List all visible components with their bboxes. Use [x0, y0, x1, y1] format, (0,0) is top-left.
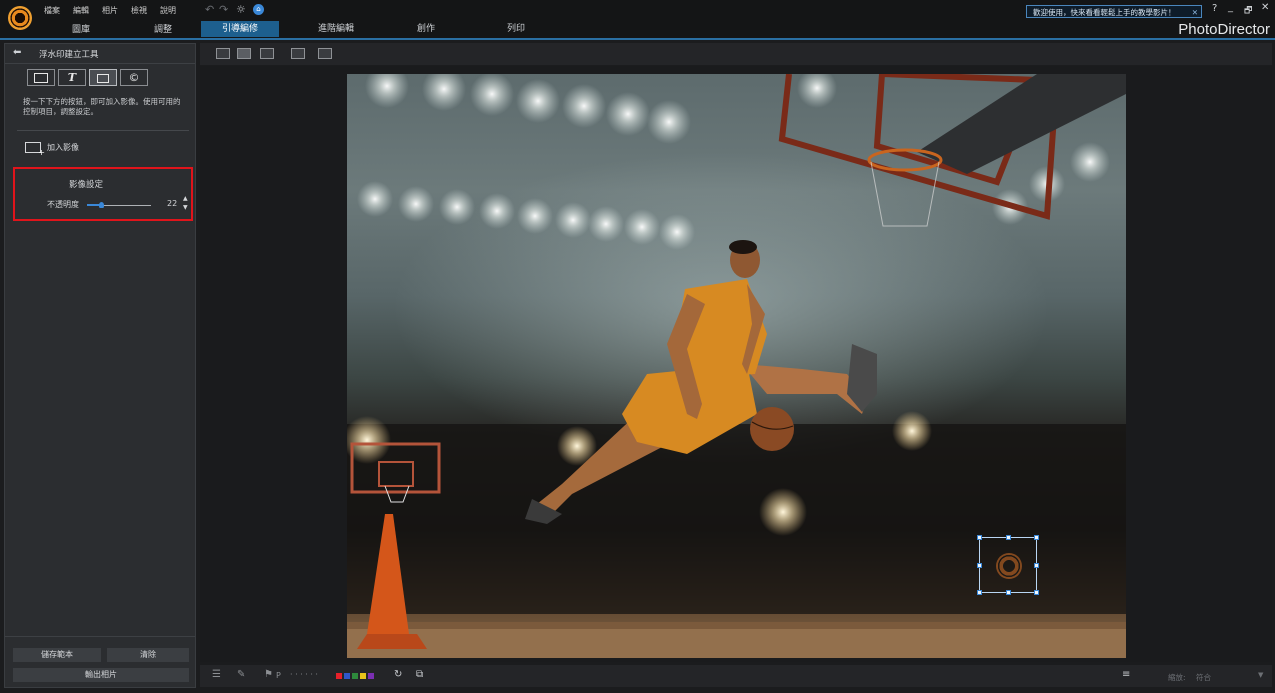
resize-handle[interactable]	[977, 563, 982, 568]
compare-view-icon[interactable]	[291, 48, 305, 59]
panel-header: ⬅ 浮水印建立工具	[5, 44, 195, 64]
view-toolbar	[200, 43, 1272, 65]
before-after-icon[interactable]	[216, 48, 230, 59]
resize-handle[interactable]	[1034, 590, 1039, 595]
resize-handle[interactable]	[1006, 590, 1011, 595]
instructions-text: 按一下下方的按鈕，即可加入影像。使用可用的控制項目，調整設定。	[23, 97, 181, 116]
list-options-icon[interactable]: ≡	[1122, 669, 1130, 680]
opacity-label: 不透明度	[47, 200, 79, 209]
export-photo-button[interactable]: 輸出相片	[13, 668, 189, 682]
display-mode-icon[interactable]	[318, 48, 332, 59]
help-icon[interactable]: ?	[1212, 3, 1217, 14]
copyright-tool-button[interactable]: ©	[120, 69, 148, 86]
zoom-label: 縮放:	[1168, 673, 1186, 682]
tab-create[interactable]: 創作	[381, 21, 471, 37]
redo-icon[interactable]: ↷	[219, 3, 228, 16]
text-tool-button[interactable]: T	[58, 69, 86, 86]
grid-view-icon[interactable]	[260, 48, 274, 59]
flag-label: P	[276, 671, 281, 680]
zoom-select[interactable]: 符合	[1196, 672, 1211, 683]
welcome-banner[interactable]: 歡迎使用，快來看看輕鬆上手的教學影片！ ✕	[1026, 5, 1202, 18]
color-label-blue[interactable]	[344, 673, 350, 679]
color-label-green[interactable]	[352, 673, 358, 679]
color-label-purple[interactable]	[368, 673, 374, 679]
spin-up-icon[interactable]: ▲	[183, 195, 188, 202]
resize-handle[interactable]	[1034, 563, 1039, 568]
rectangle-tool-button[interactable]	[27, 69, 55, 86]
watermark-logo-icon	[996, 553, 1022, 579]
opacity-value[interactable]: 22	[167, 199, 177, 208]
resize-handle[interactable]	[1034, 535, 1039, 540]
rectangle-icon	[34, 73, 48, 83]
module-tabs: 圖庫 調整	[40, 22, 204, 38]
save-template-button[interactable]: 儲存範本	[13, 648, 101, 662]
back-arrow-icon[interactable]: ⬅	[13, 47, 21, 58]
divider	[17, 130, 189, 131]
opacity-slider-thumb[interactable]	[99, 202, 104, 208]
tab-guided-edit[interactable]: 引導編修	[201, 21, 279, 37]
tab-adjust[interactable]: 調整	[122, 22, 204, 38]
spin-down-icon[interactable]: ▼	[183, 204, 188, 211]
image-settings-title: 影像設定	[69, 180, 104, 190]
flag-icon[interactable]: ⚑	[264, 669, 273, 680]
add-image-button[interactable]: 加入影像	[25, 140, 79, 157]
basketball-photo	[347, 74, 1126, 658]
header-divider	[0, 38, 1275, 40]
watermark-type-tabs: T ©	[27, 69, 148, 87]
color-label-yellow[interactable]	[360, 673, 366, 679]
photo-canvas	[200, 66, 1272, 662]
minimize-icon[interactable]: _	[1228, 2, 1233, 13]
tab-advanced-edit[interactable]: 進階編輯	[291, 21, 381, 37]
edit-tabs: 引導編修 進階編輯 創作 列印	[201, 21, 561, 37]
image-settings-highlight: 影像設定 不透明度 22 ▲ ▼	[13, 167, 193, 221]
restore-icon[interactable]: 🗗	[1244, 3, 1252, 19]
divider	[5, 636, 195, 637]
add-image-icon	[25, 141, 45, 157]
welcome-text: 歡迎使用，快來看看輕鬆上手的教學影片！	[1033, 8, 1176, 17]
image-icon	[97, 73, 109, 83]
bottom-toolbar: ☰ ✎ ⚑ P · · · · · · ↻ ⧉ ≡ 縮放: 符合 ▼	[200, 665, 1272, 687]
tab-print[interactable]: 列印	[471, 21, 561, 37]
rating-dots[interactable]: · · · · · ·	[290, 670, 318, 679]
menu-view[interactable]: 檢視	[131, 5, 147, 19]
menu-photo[interactable]: 相片	[102, 5, 118, 19]
color-label-red[interactable]	[336, 673, 342, 679]
menu-file[interactable]: 檔案	[44, 5, 60, 19]
crop-icon[interactable]: ⧉	[416, 669, 423, 680]
resize-handle[interactable]	[977, 590, 982, 595]
tab-library[interactable]: 圖庫	[40, 22, 122, 38]
settings-sun-icon[interactable]: ☼	[236, 3, 246, 16]
watermark-panel: ⬅ 浮水印建立工具 T © 按一下下方的按鈕，即可加入影像。使用可用的控制項目，…	[4, 43, 196, 688]
rotate-icon[interactable]: ↻	[394, 669, 402, 680]
watermark-selection[interactable]	[977, 535, 1039, 595]
undo-icon[interactable]: ↶	[205, 3, 214, 16]
panel-title: 浮水印建立工具	[39, 50, 99, 60]
clear-button[interactable]: 清除	[107, 648, 189, 662]
resize-handle[interactable]	[977, 535, 982, 540]
menu-help[interactable]: 說明	[160, 5, 176, 19]
resize-handle[interactable]	[1006, 535, 1011, 540]
close-window-icon[interactable]: ✕	[1261, 2, 1269, 13]
single-view-icon[interactable]	[237, 48, 251, 59]
close-icon[interactable]: ✕	[1192, 6, 1198, 17]
add-image-label: 加入影像	[47, 142, 79, 152]
menu-edit[interactable]: 編輯	[73, 5, 89, 19]
sort-icon[interactable]: ☰	[212, 669, 221, 680]
brand-title: PhotoDirector	[1178, 21, 1270, 38]
copyright-icon: ©	[128, 71, 140, 84]
chevron-down-icon[interactable]: ▼	[1258, 671, 1263, 679]
update-icon[interactable]: ⌂	[253, 4, 264, 15]
text-icon: T	[67, 71, 77, 84]
app-logo-icon[interactable]	[8, 6, 32, 30]
image-tool-button[interactable]	[89, 69, 117, 86]
menu-bar: 檔案 編輯 相片 檢視 說明	[44, 5, 176, 19]
pick-icon[interactable]: ✎	[237, 669, 245, 680]
